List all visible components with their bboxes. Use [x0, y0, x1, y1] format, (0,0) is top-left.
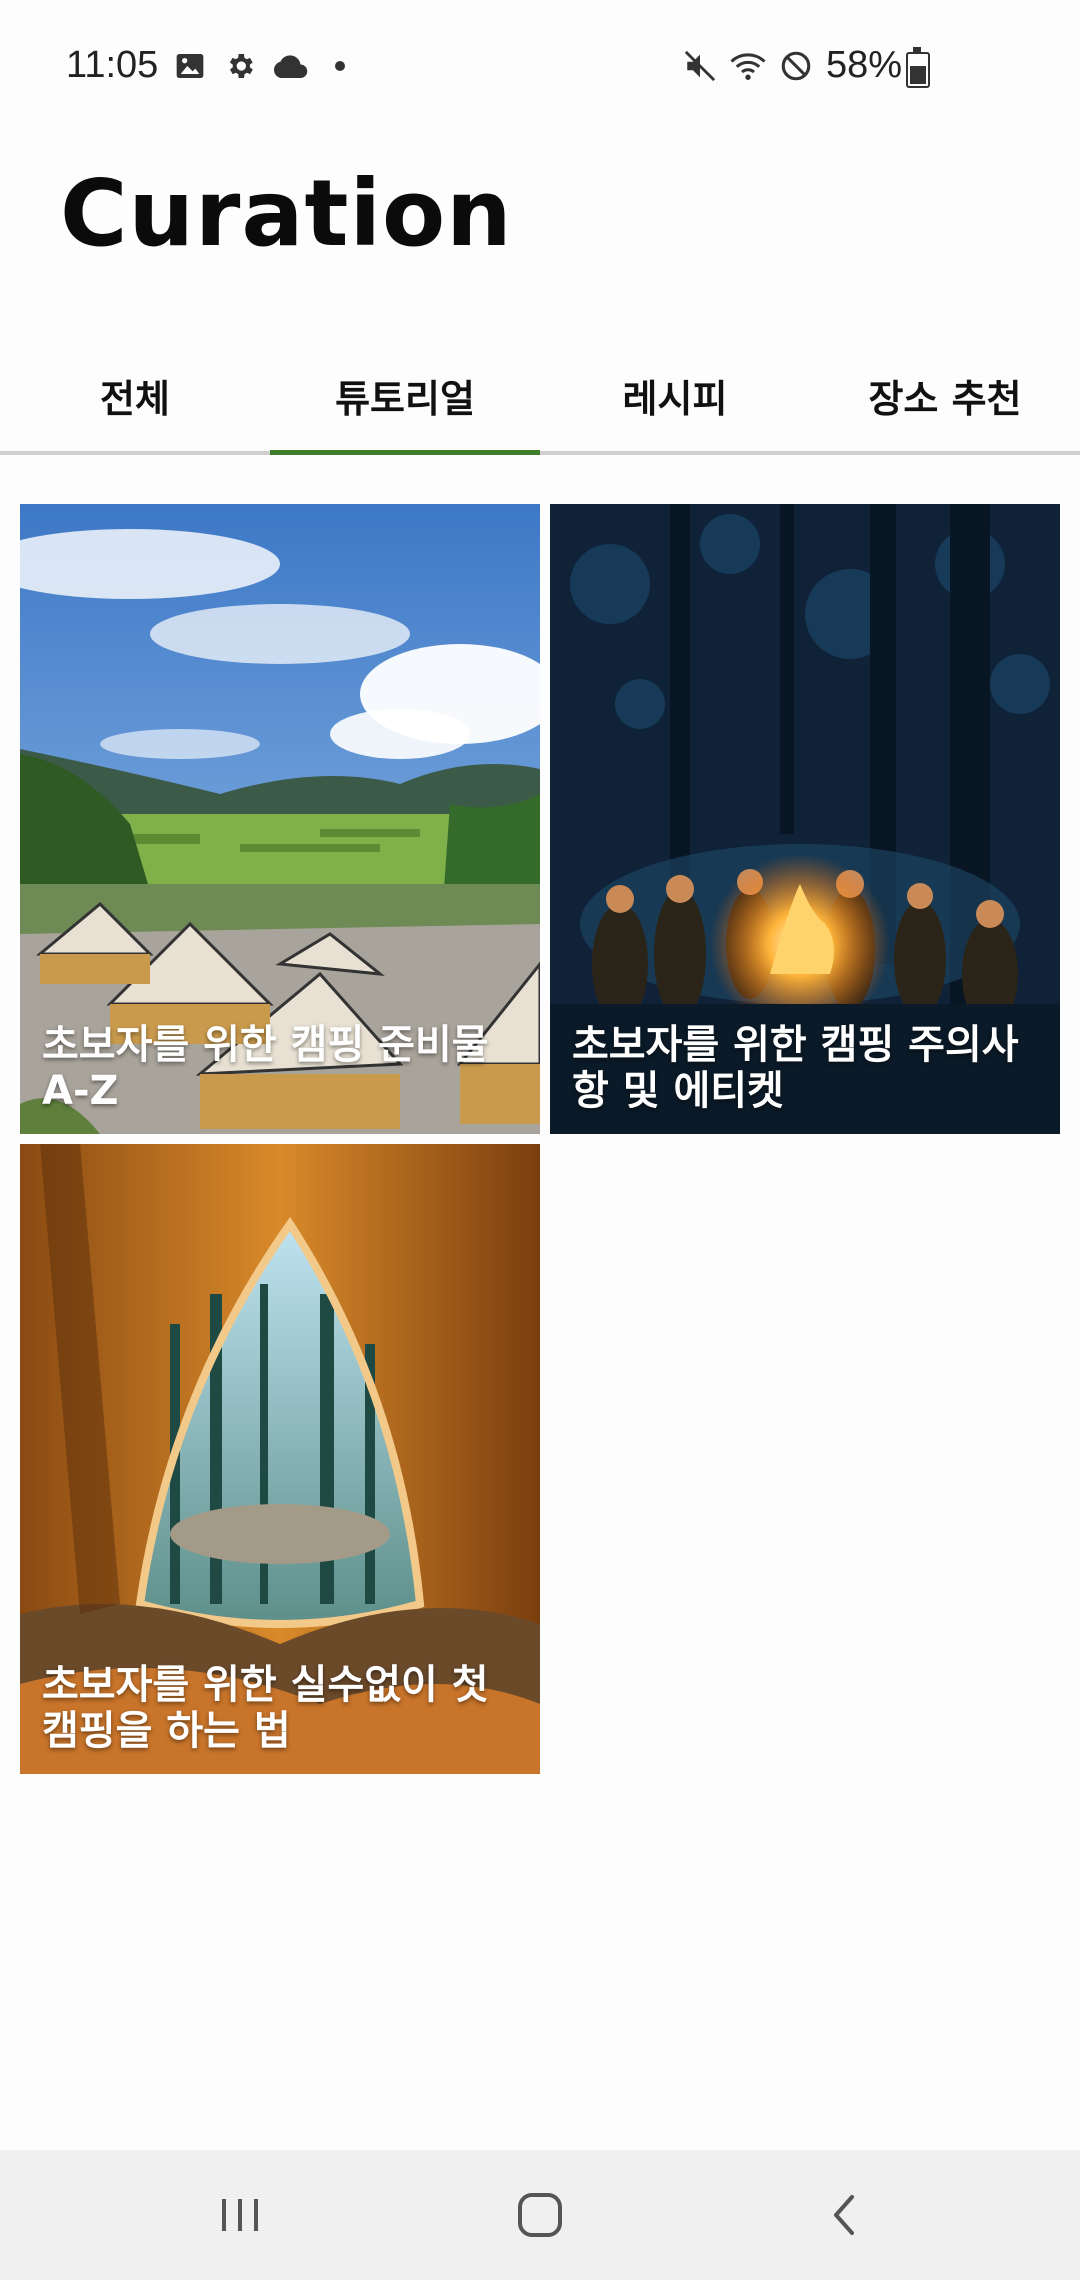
card-title: 초보자를 위한 실수없이 첫 캠핑을 하는 법	[42, 1662, 489, 1754]
recents-icon[interactable]	[160, 2150, 320, 2280]
mute-icon	[682, 48, 718, 84]
card-title: 초보자를 위한 캠핑 준비물 A-Z	[42, 1022, 489, 1114]
system-navigation-bar	[0, 2150, 1080, 2280]
wifi-icon	[730, 48, 766, 84]
curation-card[interactable]: 초보자를 위한 캠핑 준비물 A-Z	[20, 504, 540, 1134]
image-icon	[172, 48, 208, 84]
gear-icon	[222, 48, 258, 84]
status-time: 11:05	[66, 44, 159, 86]
back-icon[interactable]	[764, 2150, 924, 2280]
battery-level: 58%	[825, 44, 902, 86]
tab-all[interactable]: 전체	[0, 340, 270, 451]
battery-icon	[906, 47, 930, 88]
status-bar-right: 58%	[682, 44, 902, 87]
category-tabs: 전체 튜토리얼 레시피 장소 추천	[0, 340, 1080, 455]
status-bar: 11:05 58%	[0, 0, 1080, 135]
page-title: Curation	[60, 160, 513, 267]
cloud-icon	[272, 48, 308, 84]
tab-recipe[interactable]: 레시피	[540, 340, 810, 451]
home-icon[interactable]	[460, 2150, 620, 2280]
dot-icon	[322, 48, 358, 84]
curation-card[interactable]: 초보자를 위한 캠핑 주의사항 및 에티켓	[550, 504, 1060, 1134]
status-bar-left: 11:05	[66, 44, 358, 87]
card-title: 초보자를 위한 캠핑 주의사항 및 에티켓	[572, 1022, 1019, 1114]
tab-place-recommendation[interactable]: 장소 추천	[810, 340, 1080, 451]
curation-card[interactable]: 초보자를 위한 실수없이 첫 캠핑을 하는 법	[20, 1144, 540, 1774]
tab-tutorial[interactable]: 튜토리얼	[270, 340, 540, 455]
blocked-icon	[778, 48, 814, 84]
